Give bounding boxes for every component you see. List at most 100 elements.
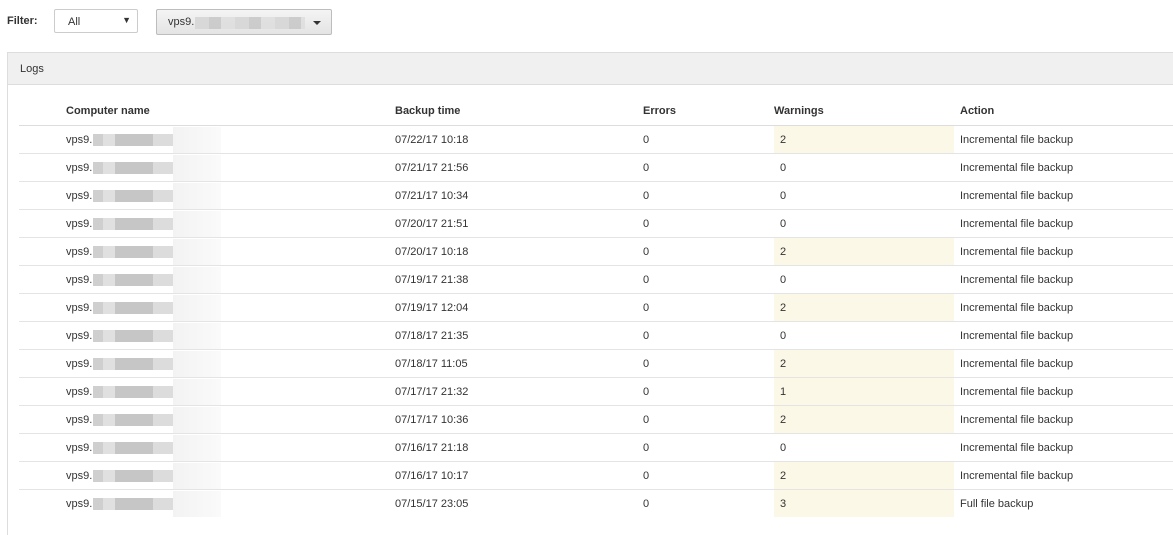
row-spacer — [19, 349, 66, 378]
row-spacer — [19, 490, 66, 518]
redacted-text — [93, 301, 174, 314]
redacted-text — [93, 469, 174, 482]
table-row[interactable]: vps9. 07/21/17 10:34 0 0 Incremental file ba… — [19, 181, 1173, 210]
cell-errors: 0 — [643, 497, 650, 510]
cell-errors: 0 — [643, 237, 774, 266]
cell-warnings: 0 — [774, 265, 954, 294]
redacted-text — [93, 133, 174, 146]
computer-name-prefix: vps9. — [66, 357, 93, 370]
redacted-text — [195, 17, 305, 29]
computer-name-prefix: vps9. — [66, 301, 93, 314]
redacted-text — [173, 154, 222, 181]
caret-down-icon — [313, 21, 321, 25]
redacted-text — [173, 210, 222, 237]
redacted-text — [93, 245, 174, 258]
cell-errors: 0 — [643, 377, 774, 406]
cell-action: Incremental file backup — [954, 321, 1173, 350]
table-body: vps9. 07/22/17 10:18 0 2 Incremental file ba… — [19, 125, 1173, 518]
redacted-text — [93, 161, 174, 174]
header-backup-time[interactable]: Backup time — [395, 97, 643, 126]
cell-backup-time: 07/17/17 21:32 — [395, 377, 643, 406]
header-action[interactable]: Action — [954, 97, 1173, 126]
cell-computer-name: vps9. — [66, 405, 395, 434]
cell-errors: 0 — [643, 209, 774, 238]
table-row[interactable]: vps9. 07/15/17 23:05 0 3 Full file backup — [19, 489, 1173, 518]
header-computer-name[interactable]: Computer name — [66, 97, 395, 126]
computer-name-prefix: vps9. — [66, 469, 93, 482]
row-spacer — [19, 293, 66, 322]
cell-action: Incremental file backup — [954, 433, 1173, 462]
row-spacer — [19, 209, 66, 238]
cell-errors: 0 — [643, 349, 774, 378]
cell-errors: 0 — [643, 293, 774, 322]
redacted-text — [93, 329, 174, 342]
table-row[interactable]: vps9. 07/19/17 12:04 0 2 Incremental file ba… — [19, 293, 1173, 322]
header-warnings[interactable]: Warnings — [774, 97, 954, 126]
row-spacer — [19, 153, 66, 182]
table-row[interactable]: vps9. 07/20/17 21:51 0 0 Incremental file ba… — [19, 209, 1173, 238]
logs-table: Computer name Backup time Errors Warning… — [19, 97, 1173, 517]
row-spacer — [19, 125, 66, 154]
cell-computer-name: vps9. — [66, 265, 395, 294]
redacted-text — [173, 462, 222, 489]
redacted-text — [173, 378, 222, 405]
row-spacer — [19, 321, 66, 350]
table-row[interactable]: vps9. 07/17/17 21:32 0 1 Incremental file ba… — [19, 377, 1173, 406]
redacted-text — [173, 294, 222, 321]
table-row[interactable]: vps9. 07/22/17 10:18 0 2 Incremental file ba… — [19, 125, 1173, 154]
cell-errors: 0 — [643, 433, 774, 462]
redacted-text — [173, 126, 222, 153]
cell-computer-name: vps9. — [66, 181, 395, 210]
logs-panel: Logs Computer name Backup time Errors Wa… — [7, 52, 1173, 535]
cell-computer-name: vps9. — [66, 237, 395, 266]
cell-computer-name: vps9. — [66, 153, 395, 182]
cell-backup-time: 07/16/17 21:18 — [395, 433, 643, 462]
computer-filter-select[interactable]: vps9. — [156, 9, 332, 35]
cell-warnings: 2 — [774, 293, 954, 322]
table-row[interactable]: vps9. 07/16/17 10:17 0 2 Incremental file ba… — [19, 461, 1173, 490]
redacted-text — [93, 217, 174, 230]
cell-warnings: 1 — [774, 377, 954, 406]
cell-warnings: 2 — [774, 349, 954, 378]
cell-warnings: 0 — [774, 153, 954, 182]
table-row[interactable]: vps9. 07/18/17 21:35 0 0 Incremental file ba… — [19, 321, 1173, 350]
cell-action: Incremental file backup — [954, 265, 1173, 294]
cell-warnings: 0 — [774, 433, 954, 462]
cell-errors: 0 — [643, 153, 774, 182]
cell-warnings: 3 — [774, 489, 954, 517]
table-row[interactable]: vps9. 07/21/17 21:56 0 0 Incremental file ba… — [19, 153, 1173, 182]
header-errors[interactable]: Errors — [643, 97, 774, 126]
cell-computer-name: vps9. — [66, 349, 395, 378]
table-row[interactable]: vps9. 07/18/17 11:05 0 2 Incremental file ba… — [19, 349, 1173, 378]
cell-backup-time: 07/18/17 21:35 — [395, 321, 643, 350]
redacted-text — [173, 406, 222, 433]
cell-errors: 0 — [643, 181, 774, 210]
cell-action: Incremental file backup — [954, 209, 1173, 238]
filter-bar: Filter: All ▼ vps9. — [0, 0, 1173, 45]
row-spacer — [19, 237, 66, 266]
cell-backup-time: 07/21/17 10:34 — [395, 181, 643, 210]
cell-backup-time: 07/15/17 23:05 — [395, 497, 469, 510]
redacted-text — [93, 385, 174, 398]
cell-computer-name: vps9. — [66, 461, 395, 490]
panel-title: Logs — [20, 63, 44, 75]
computer-name-prefix: vps9. — [66, 385, 93, 398]
computer-name-prefix: vps9. — [66, 133, 93, 146]
computer-name-prefix: vps9. — [66, 245, 93, 258]
table-row[interactable]: vps9. 07/16/17 21:18 0 0 Incremental file ba… — [19, 433, 1173, 462]
chevron-down-icon: ▼ — [122, 15, 131, 25]
table-row[interactable]: vps9. 07/20/17 10:18 0 2 Incremental file ba… — [19, 237, 1173, 266]
redacted-text — [173, 182, 222, 209]
cell-action: Incremental file backup — [954, 293, 1173, 322]
status-filter-select[interactable]: All ▼ — [54, 9, 138, 33]
cell-action: Incremental file backup — [954, 237, 1173, 266]
row-spacer — [19, 433, 66, 462]
row-spacer — [19, 181, 66, 210]
cell-backup-time: 07/16/17 10:17 — [395, 461, 643, 490]
cell-backup-time: 07/17/17 10:36 — [395, 405, 643, 434]
redacted-text — [173, 350, 222, 377]
row-spacer — [19, 265, 66, 294]
cell-warnings: 0 — [774, 181, 954, 210]
table-row[interactable]: vps9. 07/19/17 21:38 0 0 Incremental file ba… — [19, 265, 1173, 294]
table-row[interactable]: vps9. 07/17/17 10:36 0 2 Incremental file ba… — [19, 405, 1173, 434]
